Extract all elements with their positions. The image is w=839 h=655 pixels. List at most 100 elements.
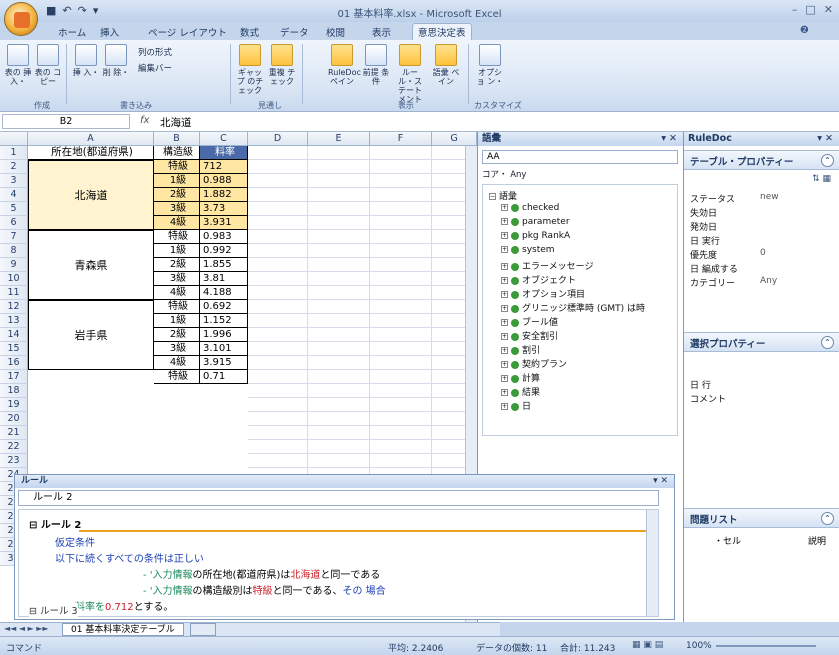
expand-icon[interactable]: + <box>501 333 508 340</box>
fx-icon[interactable]: fx <box>140 115 149 126</box>
grade-cell[interactable]: 3級 <box>154 202 200 216</box>
row-header[interactable]: 11 <box>0 286 28 300</box>
rule-editor[interactable]: ⊟ ルール 2 仮定条件 以下に続くすべての条件は正しい - '入力情報の所在地… <box>18 509 659 617</box>
undo-icon[interactable]: ↶ <box>62 4 71 18</box>
grid-cell[interactable] <box>308 244 370 258</box>
grid-cell[interactable] <box>248 426 308 440</box>
grade-cell[interactable]: 4級 <box>154 216 200 230</box>
collapse-circle-icon[interactable]: ⌃ <box>821 336 834 349</box>
grid-cell[interactable] <box>370 412 432 426</box>
vocabulary-search-input[interactable]: AA <box>482 150 678 164</box>
ruledoc-pane-button[interactable]: RuleDoc ペイン <box>328 44 361 86</box>
close-icon[interactable]: ▾ ✕ <box>817 132 833 146</box>
grid-cell[interactable] <box>248 370 308 384</box>
header-cell-prefecture[interactable]: 所在地(都道府県) <box>28 146 154 160</box>
expand-icon[interactable]: + <box>501 246 508 253</box>
rate-cell[interactable]: 1.996 <box>200 328 248 342</box>
grid-cell[interactable] <box>248 440 308 454</box>
rate-cell[interactable]: 3.931 <box>200 216 248 230</box>
tree-item[interactable]: + pkg RankA <box>501 231 570 241</box>
maximize-icon[interactable]: □ <box>805 3 815 16</box>
row-header[interactable]: 9 <box>0 258 28 272</box>
row-header[interactable]: 15 <box>0 342 28 356</box>
table-properties-section[interactable]: テーブル・プロパティー ⌃ <box>684 150 839 170</box>
grade-cell[interactable]: 特級 <box>154 230 200 244</box>
column-header-f[interactable]: F <box>370 132 432 146</box>
duplicate-check-button[interactable]: 重複 チェック <box>268 44 296 86</box>
expand-icon[interactable]: + <box>501 263 508 270</box>
grade-cell[interactable]: 4級 <box>154 356 200 370</box>
grade-cell[interactable]: 1級 <box>154 314 200 328</box>
edit-bar-button[interactable]: 編集バー <box>138 62 172 74</box>
tab-decision-table[interactable]: 意思決定表 <box>412 23 472 40</box>
row-header[interactable]: 3 <box>0 174 28 188</box>
grid-cell[interactable] <box>308 440 370 454</box>
grid-cell[interactable] <box>370 188 432 202</box>
row-header[interactable]: 4 <box>0 188 28 202</box>
grid-cell[interactable] <box>370 384 432 398</box>
rule-selector[interactable]: ルール 2 <box>18 490 659 506</box>
grid-cell[interactable] <box>248 244 308 258</box>
grid-cell[interactable] <box>370 174 432 188</box>
rate-cell[interactable]: 1.152 <box>200 314 248 328</box>
new-sheet-tab-icon[interactable] <box>190 623 216 636</box>
selection-properties-section[interactable]: 選択プロパティー ⌃ <box>684 332 839 352</box>
collapse-circle-icon[interactable]: ⌃ <box>821 512 834 525</box>
grade-cell[interactable]: 4級 <box>154 286 200 300</box>
grid-cell[interactable] <box>248 160 308 174</box>
grid-cell[interactable] <box>308 146 370 160</box>
rule-statement-button[interactable]: ルール・ス テートメント <box>396 44 424 104</box>
tab-view[interactable]: 表示 <box>372 25 391 39</box>
zoom-level[interactable]: 100% <box>686 641 712 651</box>
tab-page-layout[interactable]: ページ レイアウト <box>148 25 227 39</box>
save-icon[interactable]: ■ <box>46 4 56 18</box>
expand-icon[interactable]: + <box>501 232 508 239</box>
tree-item[interactable]: + 割引 <box>501 343 540 356</box>
grid-cell[interactable] <box>370 160 432 174</box>
tab-review[interactable]: 校閲 <box>326 25 345 39</box>
header-cell-rate[interactable]: 料率 <box>200 146 248 160</box>
expand-icon[interactable]: + <box>501 204 508 211</box>
row-header[interactable]: 14 <box>0 328 28 342</box>
select-all-corner[interactable] <box>0 132 28 146</box>
tree-root[interactable]: − 語彙 <box>489 189 517 202</box>
column-header-a[interactable]: A <box>28 132 154 146</box>
row-header[interactable]: 12 <box>0 300 28 314</box>
grid-cell[interactable] <box>370 202 432 216</box>
tree-item[interactable]: + 安全割引 <box>501 329 558 342</box>
grid-cell[interactable] <box>248 328 308 342</box>
rate-cell[interactable]: 712 <box>200 160 248 174</box>
insert-table-button[interactable]: 表の 挿入・ <box>4 44 32 86</box>
tree-item[interactable]: + parameter <box>501 217 570 227</box>
cell-prefecture-iwate[interactable]: 岩手県 <box>28 300 154 370</box>
grid-cell[interactable] <box>308 384 370 398</box>
column-header-d[interactable]: D <box>248 132 308 146</box>
tree-item[interactable]: + ブール値 <box>501 315 558 328</box>
grid-cell[interactable] <box>370 258 432 272</box>
rate-cell[interactable]: 0.692 <box>200 300 248 314</box>
grid-cell[interactable] <box>370 342 432 356</box>
header-cell-grade[interactable]: 構造級 <box>154 146 200 160</box>
precondition-button[interactable]: 前提 条件 <box>362 44 390 86</box>
grid-cell[interactable] <box>248 454 308 468</box>
grid-cell[interactable] <box>308 286 370 300</box>
grid-cell[interactable] <box>308 258 370 272</box>
grid-cell[interactable] <box>248 384 308 398</box>
grid-cell[interactable] <box>248 300 308 314</box>
tab-home[interactable]: ホーム <box>58 25 86 39</box>
rate-cell[interactable]: 1.882 <box>200 188 248 202</box>
row-header[interactable]: 6 <box>0 216 28 230</box>
row-header[interactable]: 13 <box>0 314 28 328</box>
collapse-icon[interactable]: − <box>489 193 496 200</box>
close-icon[interactable]: ▾ ✕ <box>653 475 668 488</box>
grid-cell[interactable] <box>248 146 308 160</box>
vocabulary-pane-button[interactable]: 語彙 ペイン <box>432 44 460 86</box>
row-header[interactable]: 17 <box>0 370 28 384</box>
issue-list-section[interactable]: 問題リスト ⌃ <box>684 508 839 528</box>
tree-item[interactable]: + オブジェクト <box>501 273 576 286</box>
tree-item[interactable]: + オプション項目 <box>501 287 585 300</box>
grid-cell[interactable] <box>370 440 432 454</box>
row-header[interactable]: 10 <box>0 272 28 286</box>
name-box[interactable]: B2 <box>2 114 130 129</box>
close-icon[interactable]: ▾ ✕ <box>661 132 677 146</box>
